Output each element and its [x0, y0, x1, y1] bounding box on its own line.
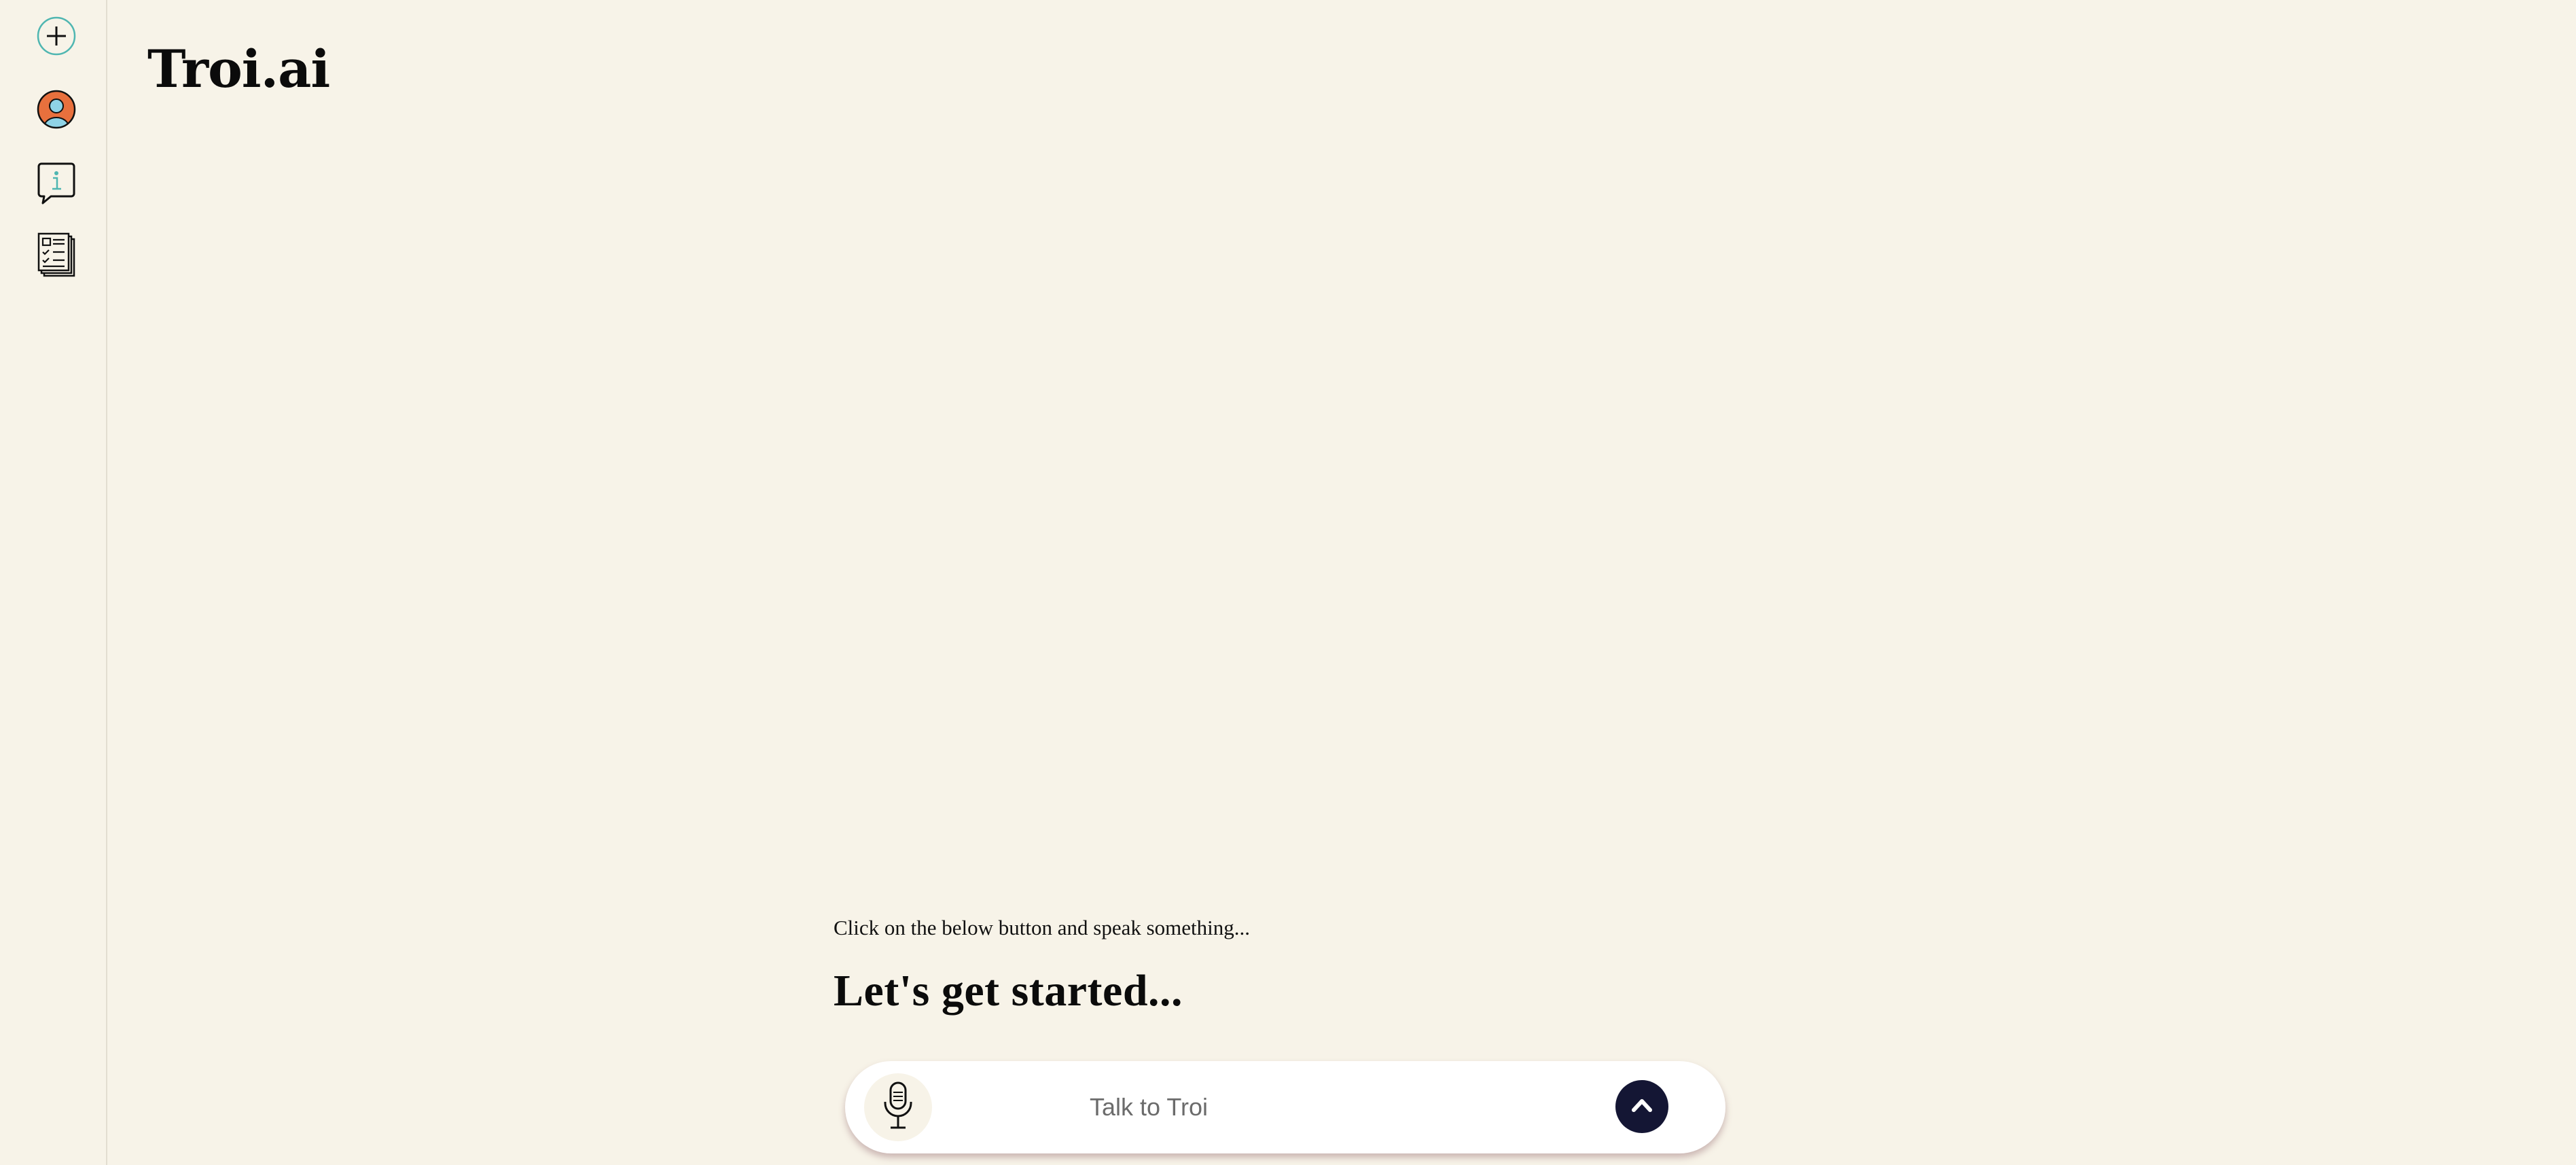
chat-input-bar — [845, 1061, 1725, 1153]
instruction-text: Click on the below button and speak some… — [834, 916, 1251, 939]
plus-circle-icon — [36, 16, 77, 56]
info-button[interactable] — [34, 160, 79, 205]
profile-button[interactable] — [34, 87, 79, 132]
chevron-up-icon — [1628, 1092, 1656, 1122]
microphone-icon — [881, 1080, 915, 1135]
user-avatar-icon — [36, 89, 77, 130]
documents-button[interactable] — [34, 232, 79, 277]
page-headline: Let's get started... — [834, 966, 1183, 1016]
document-list-icon — [36, 232, 77, 277]
brand-logo: Troi.ai — [147, 39, 330, 99]
new-chat-button[interactable] — [34, 14, 79, 58]
microphone-button[interactable] — [864, 1073, 932, 1141]
talk-input[interactable] — [1090, 1087, 1701, 1128]
sidebar — [0, 0, 107, 1165]
send-button[interactable] — [1615, 1080, 1668, 1133]
info-chat-icon — [36, 160, 77, 205]
